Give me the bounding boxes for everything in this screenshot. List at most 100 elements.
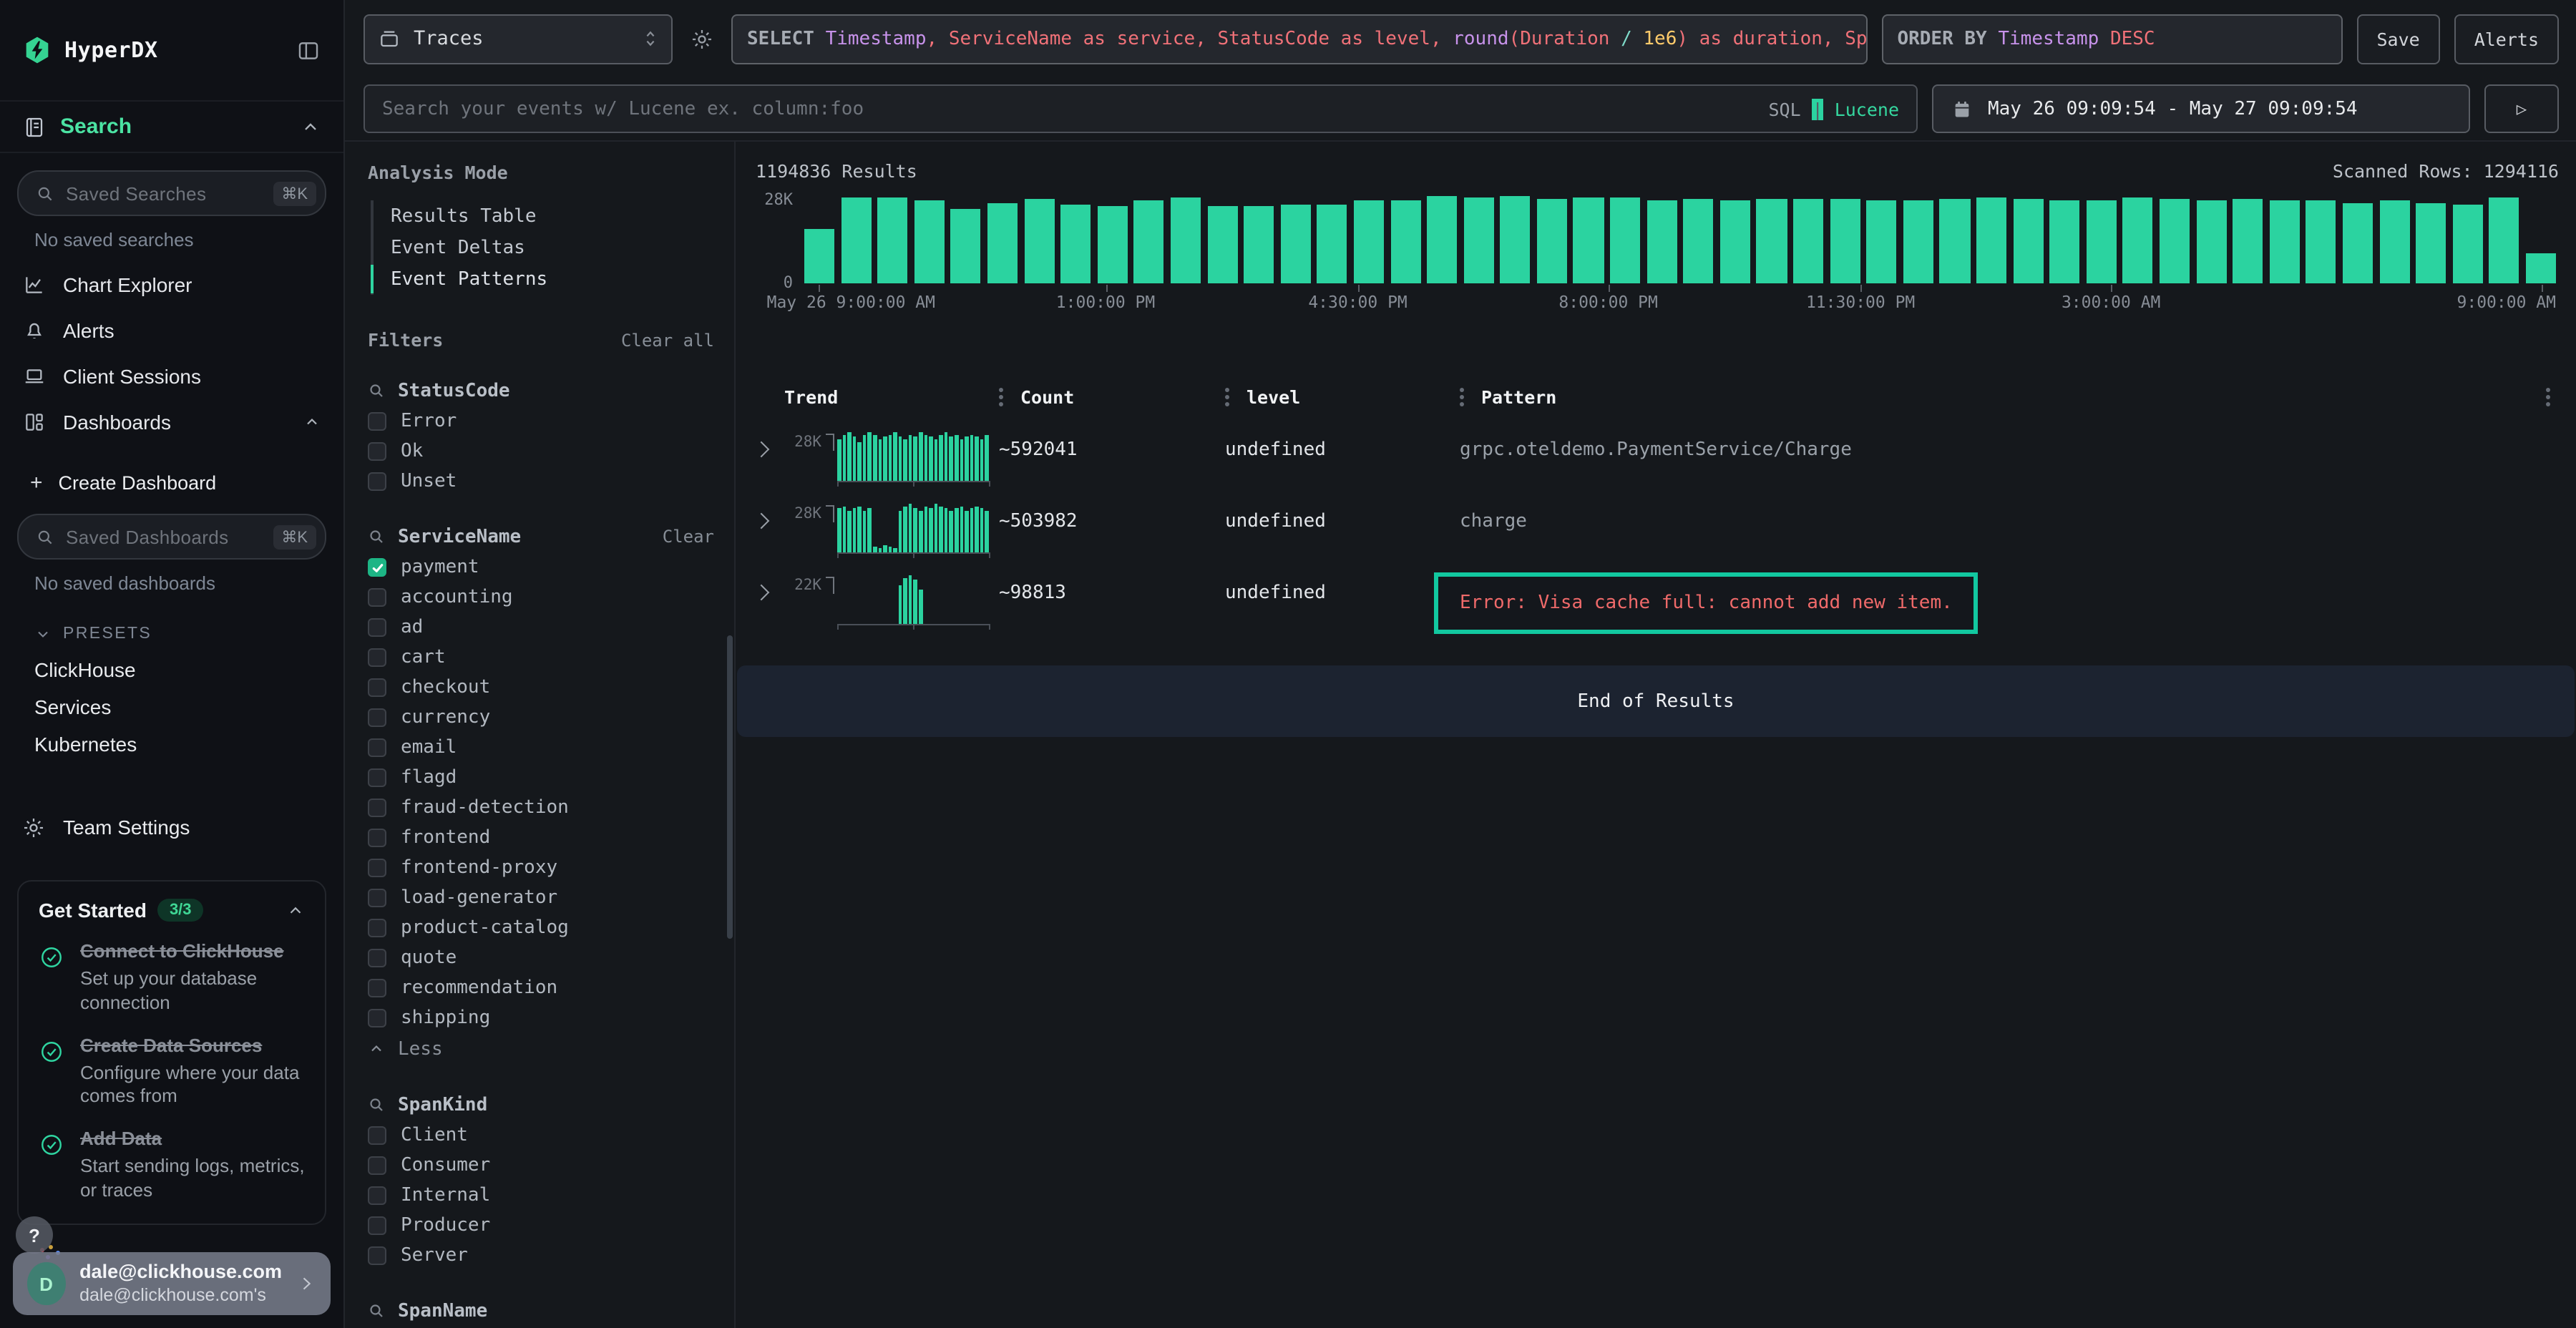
results-histogram[interactable]: 28K 0 May 26 9:00:00 AM1:00:00 PM4:30:00…: [756, 195, 2559, 311]
event-search-input[interactable]: Search your events w/ Lucene ex. column:…: [364, 84, 1918, 133]
alerts-button[interactable]: Alerts: [2454, 14, 2559, 64]
filter-option-error[interactable]: Error: [368, 406, 714, 436]
drag-handle-icon[interactable]: [1460, 394, 1464, 399]
help-button[interactable]: ?: [16, 1216, 53, 1254]
checkbox[interactable]: [368, 829, 386, 847]
checkbox[interactable]: [368, 558, 386, 577]
filters-scrollbar[interactable]: [727, 635, 733, 939]
checkbox[interactable]: [368, 1186, 386, 1205]
checkbox[interactable]: [368, 472, 386, 491]
pattern-row[interactable]: 22K~98813undefinedError: Visa cache full…: [756, 575, 2559, 634]
checkbox[interactable]: [368, 859, 386, 877]
filter-option-frontend-proxy[interactable]: frontend-proxy: [368, 853, 714, 883]
get-started-item[interactable]: Connect to ClickHouseSet up your databas…: [39, 940, 305, 1015]
checkbox[interactable]: [368, 1009, 386, 1027]
checkbox[interactable]: [368, 412, 386, 431]
sql-editor-input[interactable]: SELECT Timestamp, ServiceName as service…: [731, 14, 1867, 64]
highlighted-error-pattern[interactable]: Error: Visa cache full: cannot add new i…: [1434, 572, 1979, 634]
filter-option-quote[interactable]: quote: [368, 943, 714, 973]
chevron-up-icon[interactable]: [286, 901, 305, 919]
checkbox[interactable]: [368, 588, 386, 607]
chevron-up-icon[interactable]: [301, 117, 321, 137]
checkbox[interactable]: [368, 919, 386, 937]
filter-option-email[interactable]: email: [368, 733, 714, 763]
filter-option-client[interactable]: Client: [368, 1120, 714, 1151]
checkbox[interactable]: [368, 768, 386, 787]
save-button[interactable]: Save: [2356, 14, 2439, 64]
checkbox[interactable]: [368, 889, 386, 907]
filter-option-consumer[interactable]: Consumer: [368, 1151, 714, 1181]
filter-option-flagd[interactable]: flagd: [368, 763, 714, 793]
saved-dashboards-input[interactable]: Saved Dashboards ⌘K: [17, 514, 326, 560]
checkbox[interactable]: [368, 979, 386, 997]
filter-option-currency[interactable]: currency: [368, 703, 714, 733]
filter-option-cart[interactable]: cart: [368, 643, 714, 673]
filter-option-unset[interactable]: Unset: [368, 467, 714, 497]
sidebar-item-chart-explorer[interactable]: Chart Explorer: [0, 262, 343, 308]
sidebar-item-client-sessions[interactable]: Client Sessions: [0, 353, 343, 399]
filter-option-shipping[interactable]: shipping: [368, 1003, 714, 1033]
filter-option-producer[interactable]: Producer: [368, 1211, 714, 1241]
analysis-mode-event-patterns[interactable]: Event Patterns: [374, 263, 714, 295]
checkbox[interactable]: [368, 442, 386, 461]
column-header-count[interactable]: Count: [999, 386, 1225, 407]
saved-searches-input[interactable]: Saved Searches ⌘K: [17, 170, 326, 216]
time-range-picker[interactable]: May 26 09:09:54 - May 27 09:09:54: [1932, 84, 2470, 133]
clear-all-link[interactable]: Clear all: [621, 330, 714, 350]
pattern-row[interactable]: 28K~592041undefinedgrpc.oteldemo.Payment…: [756, 432, 2559, 485]
expand-row-chevron-icon[interactable]: [756, 432, 784, 455]
gear-icon[interactable]: [690, 26, 714, 51]
sql-mode-toggle[interactable]: SQL: [1768, 98, 1800, 119]
filter-option-accounting[interactable]: accounting: [368, 582, 714, 612]
team-settings-button[interactable]: Team Settings: [0, 806, 343, 849]
checkbox[interactable]: [368, 648, 386, 667]
filter-option-internal[interactable]: Internal: [368, 1181, 714, 1211]
column-header-trend[interactable]: Trend: [784, 386, 999, 407]
checkbox[interactable]: [368, 949, 386, 967]
clear-filter-link[interactable]: Clear: [663, 527, 714, 547]
order-by-input[interactable]: ORDER BY Timestamp DESC: [1881, 14, 2342, 64]
filter-option-load-generator[interactable]: load-generator: [368, 883, 714, 913]
sidebar-item-alerts[interactable]: Alerts: [0, 308, 343, 353]
source-select[interactable]: Traces: [364, 14, 673, 64]
show-less-toggle[interactable]: Less: [368, 1033, 714, 1065]
filter-option-payment[interactable]: payment: [368, 552, 714, 582]
run-query-button[interactable]: ▷: [2484, 84, 2559, 133]
drag-handle-icon[interactable]: [999, 394, 1003, 399]
checkbox[interactable]: [368, 799, 386, 817]
pattern-row[interactable]: 28K~503982undefinedcharge: [756, 504, 2559, 557]
filter-option-server[interactable]: Server: [368, 1241, 714, 1271]
analysis-mode-results-table[interactable]: Results Table: [374, 200, 714, 232]
filter-option-checkout[interactable]: checkout: [368, 673, 714, 703]
filter-option-ok[interactable]: Ok: [368, 436, 714, 467]
collapse-sidebar-icon[interactable]: [296, 38, 321, 62]
filter-option-frontend[interactable]: frontend: [368, 823, 714, 853]
expand-row-chevron-icon[interactable]: [756, 504, 784, 527]
checkbox[interactable]: [368, 1246, 386, 1265]
preset-services[interactable]: Services: [0, 688, 343, 726]
checkbox[interactable]: [368, 708, 386, 727]
filter-option-fraud-detection[interactable]: fraud-detection: [368, 793, 714, 823]
checkbox[interactable]: [368, 618, 386, 637]
column-header-level[interactable]: level: [1225, 386, 1460, 407]
get-started-item[interactable]: Create Data SourcesConfigure where your …: [39, 1034, 305, 1109]
user-menu[interactable]: D dale@clickhouse.com dale@clickhouse.co…: [13, 1252, 331, 1315]
analysis-mode-event-deltas[interactable]: Event Deltas: [374, 232, 714, 263]
checkbox[interactable]: [368, 738, 386, 757]
preset-kubernetes[interactable]: Kubernetes: [0, 726, 343, 763]
preset-clickhouse[interactable]: ClickHouse: [0, 651, 343, 688]
checkbox[interactable]: [368, 1156, 386, 1175]
filter-option-recommendation[interactable]: recommendation: [368, 973, 714, 1003]
checkbox[interactable]: [368, 678, 386, 697]
column-header-pattern[interactable]: Pattern: [1460, 386, 2559, 407]
get-started-header[interactable]: Get Started 3/3: [39, 899, 305, 922]
filter-option-ad[interactable]: ad: [368, 612, 714, 643]
drag-handle-icon[interactable]: [1225, 394, 1229, 399]
checkbox[interactable]: [368, 1126, 386, 1145]
table-menu-icon[interactable]: [2546, 394, 2550, 399]
create-dashboard-button[interactable]: + Create Dashboard: [0, 462, 343, 502]
expand-row-chevron-icon[interactable]: [756, 575, 784, 598]
filter-option-product-catalog[interactable]: product-catalog: [368, 913, 714, 943]
presets-toggle[interactable]: PRESETS: [0, 617, 343, 651]
chevron-up-icon[interactable]: [303, 414, 321, 431]
